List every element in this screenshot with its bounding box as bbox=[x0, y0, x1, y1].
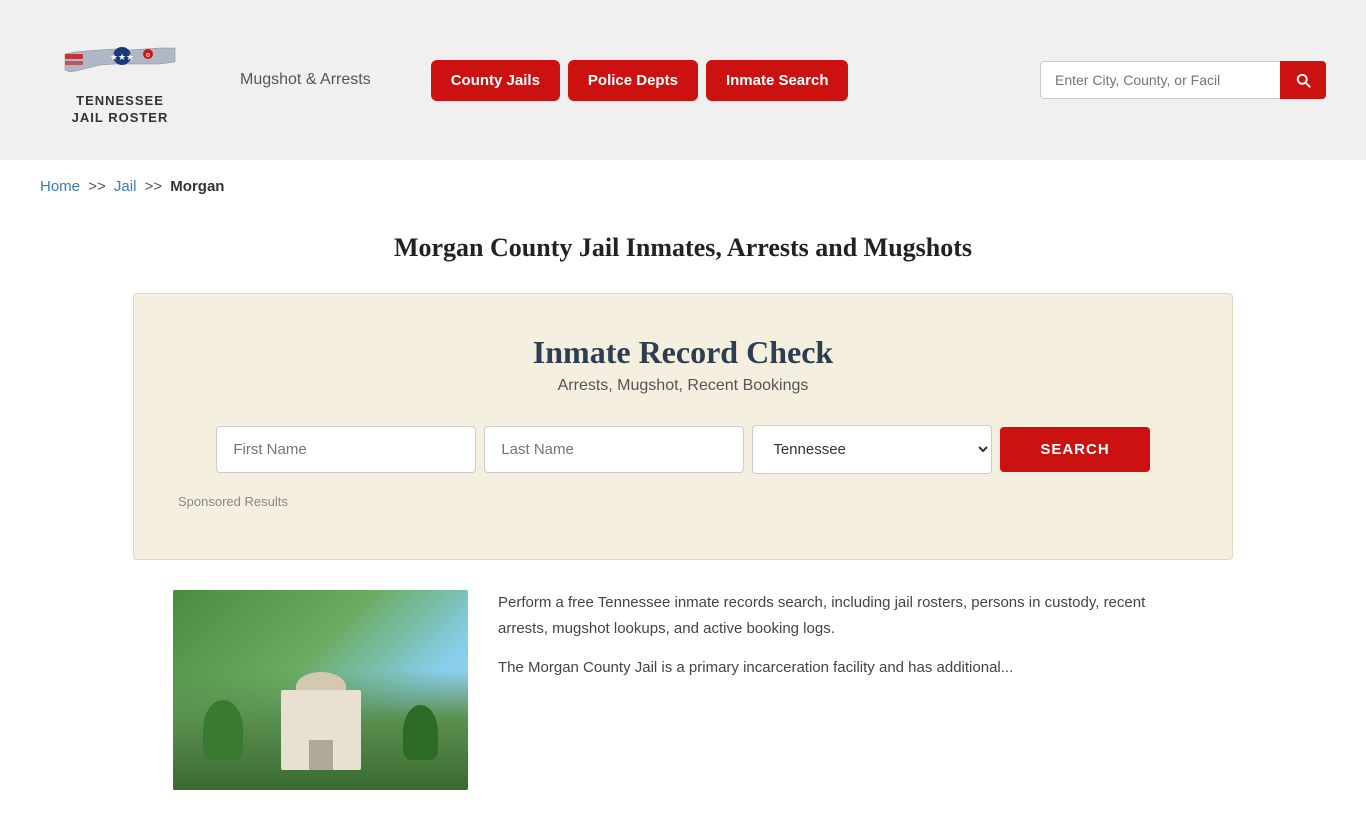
breadcrumb-sep1: >> bbox=[88, 178, 106, 195]
police-depts-button[interactable]: Police Depts bbox=[568, 60, 698, 101]
record-check-title: Inmate Record Check bbox=[174, 334, 1192, 371]
logo-area: ★★★ ⚙ TENNESSEE JAIL ROSTER bbox=[40, 34, 200, 127]
last-name-input[interactable] bbox=[484, 426, 744, 473]
site-header: ★★★ ⚙ TENNESSEE JAIL ROSTER Mugshot & Ar… bbox=[0, 0, 1366, 160]
header-search-button[interactable] bbox=[1280, 61, 1326, 99]
first-name-input[interactable] bbox=[216, 426, 476, 473]
logo-icon: ★★★ ⚙ bbox=[60, 34, 180, 89]
state-select[interactable]: Tennessee Alabama Georgia Kentucky North… bbox=[752, 425, 992, 474]
nav-buttons: County Jails Police Depts Inmate Search bbox=[431, 60, 849, 101]
record-check-box: Inmate Record Check Arrests, Mugshot, Re… bbox=[133, 293, 1233, 560]
mugshot-arrests-link[interactable]: Mugshot & Arrests bbox=[240, 71, 371, 89]
record-check-form: Tennessee Alabama Georgia Kentucky North… bbox=[174, 425, 1192, 474]
breadcrumb-sep2: >> bbox=[145, 178, 163, 195]
page-title: Morgan County Jail Inmates, Arrests and … bbox=[0, 213, 1366, 273]
content-text: Perform a free Tennessee inmate records … bbox=[498, 590, 1193, 695]
record-search-button[interactable]: SEARCH bbox=[1000, 427, 1149, 472]
record-check-subtitle: Arrests, Mugshot, Recent Bookings bbox=[174, 377, 1192, 395]
content-area: Perform a free Tennessee inmate records … bbox=[133, 590, 1233, 790]
sponsored-label: Sponsored Results bbox=[174, 494, 1192, 509]
breadcrumb: Home >> Jail >> Morgan bbox=[0, 160, 1366, 213]
breadcrumb-jail[interactable]: Jail bbox=[114, 178, 137, 195]
header-search-area bbox=[1040, 61, 1326, 99]
content-para2: The Morgan County Jail is a primary inca… bbox=[498, 655, 1193, 681]
search-icon bbox=[1294, 71, 1312, 89]
county-jails-button[interactable]: County Jails bbox=[431, 60, 560, 101]
breadcrumb-home[interactable]: Home bbox=[40, 178, 80, 195]
content-image bbox=[173, 590, 468, 790]
svg-text:★★★: ★★★ bbox=[110, 52, 134, 62]
svg-text:⚙: ⚙ bbox=[145, 52, 150, 59]
inmate-search-button[interactable]: Inmate Search bbox=[706, 60, 849, 101]
breadcrumb-current: Morgan bbox=[170, 178, 224, 195]
logo-text: TENNESSEE JAIL ROSTER bbox=[72, 93, 169, 127]
content-para1: Perform a free Tennessee inmate records … bbox=[498, 590, 1193, 641]
header-search-input[interactable] bbox=[1040, 61, 1280, 99]
